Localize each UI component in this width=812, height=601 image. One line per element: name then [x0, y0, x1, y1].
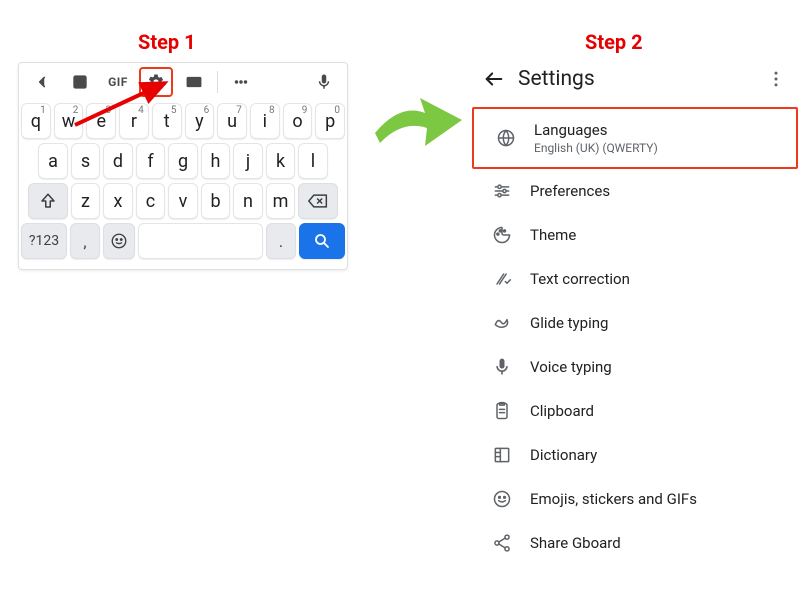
- key-o[interactable]: o9: [283, 103, 313, 139]
- step2-label: Step 2: [585, 30, 643, 54]
- key-w[interactable]: w2: [54, 103, 84, 139]
- key-q[interactable]: q1: [21, 103, 51, 139]
- symbols-key[interactable]: ?123: [21, 223, 67, 259]
- key-e[interactable]: e3: [86, 103, 116, 139]
- gif-button[interactable]: GIF: [101, 67, 135, 97]
- settings-item-share-gboard[interactable]: Share Gboard: [470, 521, 800, 565]
- settings-item-title: Theme: [530, 226, 576, 244]
- mic-icon[interactable]: [307, 67, 341, 97]
- chevron-left-icon[interactable]: [25, 67, 59, 97]
- period-key[interactable]: .: [266, 223, 296, 259]
- sticker-icon[interactable]: [63, 67, 97, 97]
- settings-header: Settings: [470, 55, 800, 103]
- settings-title: Settings: [518, 67, 595, 91]
- key-j[interactable]: j: [233, 143, 263, 179]
- settings-item-glide-typing[interactable]: Glide typing: [470, 301, 800, 345]
- flow-arrow-icon: [370, 88, 465, 158]
- settings-item-text-correction[interactable]: Text correction: [470, 257, 800, 301]
- step1-label: Step 1: [138, 30, 196, 54]
- toolbar-separator: [217, 71, 218, 93]
- comma-key[interactable]: ,: [70, 223, 100, 259]
- globe-icon: [486, 128, 526, 148]
- glide-icon: [482, 313, 522, 333]
- key-l[interactable]: l: [298, 143, 328, 179]
- settings-item-title: Voice typing: [530, 358, 612, 376]
- keyboard-layout-icon[interactable]: [177, 67, 211, 97]
- key-n[interactable]: n: [233, 183, 263, 219]
- backspace-key[interactable]: [298, 183, 338, 219]
- shift-key[interactable]: [28, 183, 68, 219]
- key-p[interactable]: p0: [315, 103, 345, 139]
- key-c[interactable]: c: [136, 183, 166, 219]
- key-h[interactable]: h: [201, 143, 231, 179]
- key-v[interactable]: v: [168, 183, 198, 219]
- key-i[interactable]: i8: [250, 103, 280, 139]
- keyboard-rows: q1w2e3r4t5y6u7i8o9p0 asdfghjkl zxcvbnm ?…: [19, 101, 347, 269]
- settings-item-title: Share Gboard: [530, 534, 621, 552]
- settings-item-clipboard[interactable]: Clipboard: [470, 389, 800, 433]
- key-g[interactable]: g: [168, 143, 198, 179]
- settings-item-title: Text correction: [530, 270, 630, 288]
- key-d[interactable]: d: [103, 143, 133, 179]
- sliders-icon: [482, 181, 522, 201]
- mic-icon: [482, 357, 522, 377]
- settings-item-dictionary[interactable]: Dictionary: [470, 433, 800, 477]
- back-icon[interactable]: [474, 59, 514, 99]
- gear-icon[interactable]: [139, 67, 173, 97]
- settings-item-title: Dictionary: [530, 446, 597, 464]
- settings-item-emojis-stickers-and-gifs[interactable]: Emojis, stickers and GIFs: [470, 477, 800, 521]
- more-horiz-icon[interactable]: [224, 67, 258, 97]
- key-y[interactable]: y6: [185, 103, 215, 139]
- palette-icon: [482, 225, 522, 245]
- settings-screen: Settings Languages English (UK) (QWERTY) P…: [470, 55, 800, 565]
- search-key[interactable]: [299, 223, 345, 259]
- key-r[interactable]: r4: [119, 103, 149, 139]
- settings-item-preferences[interactable]: Preferences: [470, 169, 800, 213]
- key-m[interactable]: m: [266, 183, 296, 219]
- key-f[interactable]: f: [136, 143, 166, 179]
- more-vert-icon[interactable]: [756, 59, 796, 99]
- key-z[interactable]: z: [71, 183, 101, 219]
- settings-item-languages[interactable]: Languages English (UK) (QWERTY): [472, 107, 798, 169]
- keyboard-toolbar: GIF: [19, 63, 347, 101]
- settings-item-theme[interactable]: Theme: [470, 213, 800, 257]
- settings-item-title: Languages: [534, 121, 658, 139]
- share-icon: [482, 533, 522, 553]
- key-s[interactable]: s: [71, 143, 101, 179]
- key-a[interactable]: a: [38, 143, 68, 179]
- settings-item-title: Clipboard: [530, 402, 594, 420]
- settings-item-voice-typing[interactable]: Voice typing: [470, 345, 800, 389]
- key-t[interactable]: t5: [152, 103, 182, 139]
- settings-item-subtitle: English (UK) (QWERTY): [534, 141, 658, 155]
- settings-item-title: Glide typing: [530, 314, 608, 332]
- emoji-key[interactable]: [103, 223, 135, 259]
- key-x[interactable]: x: [103, 183, 133, 219]
- emoji-icon: [482, 489, 522, 509]
- text-correction-icon: [482, 269, 522, 289]
- key-u[interactable]: u7: [217, 103, 247, 139]
- settings-item-title: Emojis, stickers and GIFs: [530, 490, 697, 508]
- spacebar-key[interactable]: [138, 223, 263, 259]
- settings-item-title: Preferences: [530, 182, 610, 200]
- dictionary-icon: [482, 445, 522, 465]
- key-b[interactable]: b: [201, 183, 231, 219]
- gboard-keyboard: GIF q1w2e3r4t5y6u7i8o9p0 asdfghjkl zxcvb…: [18, 62, 348, 270]
- key-k[interactable]: k: [266, 143, 296, 179]
- clipboard-icon: [482, 401, 522, 421]
